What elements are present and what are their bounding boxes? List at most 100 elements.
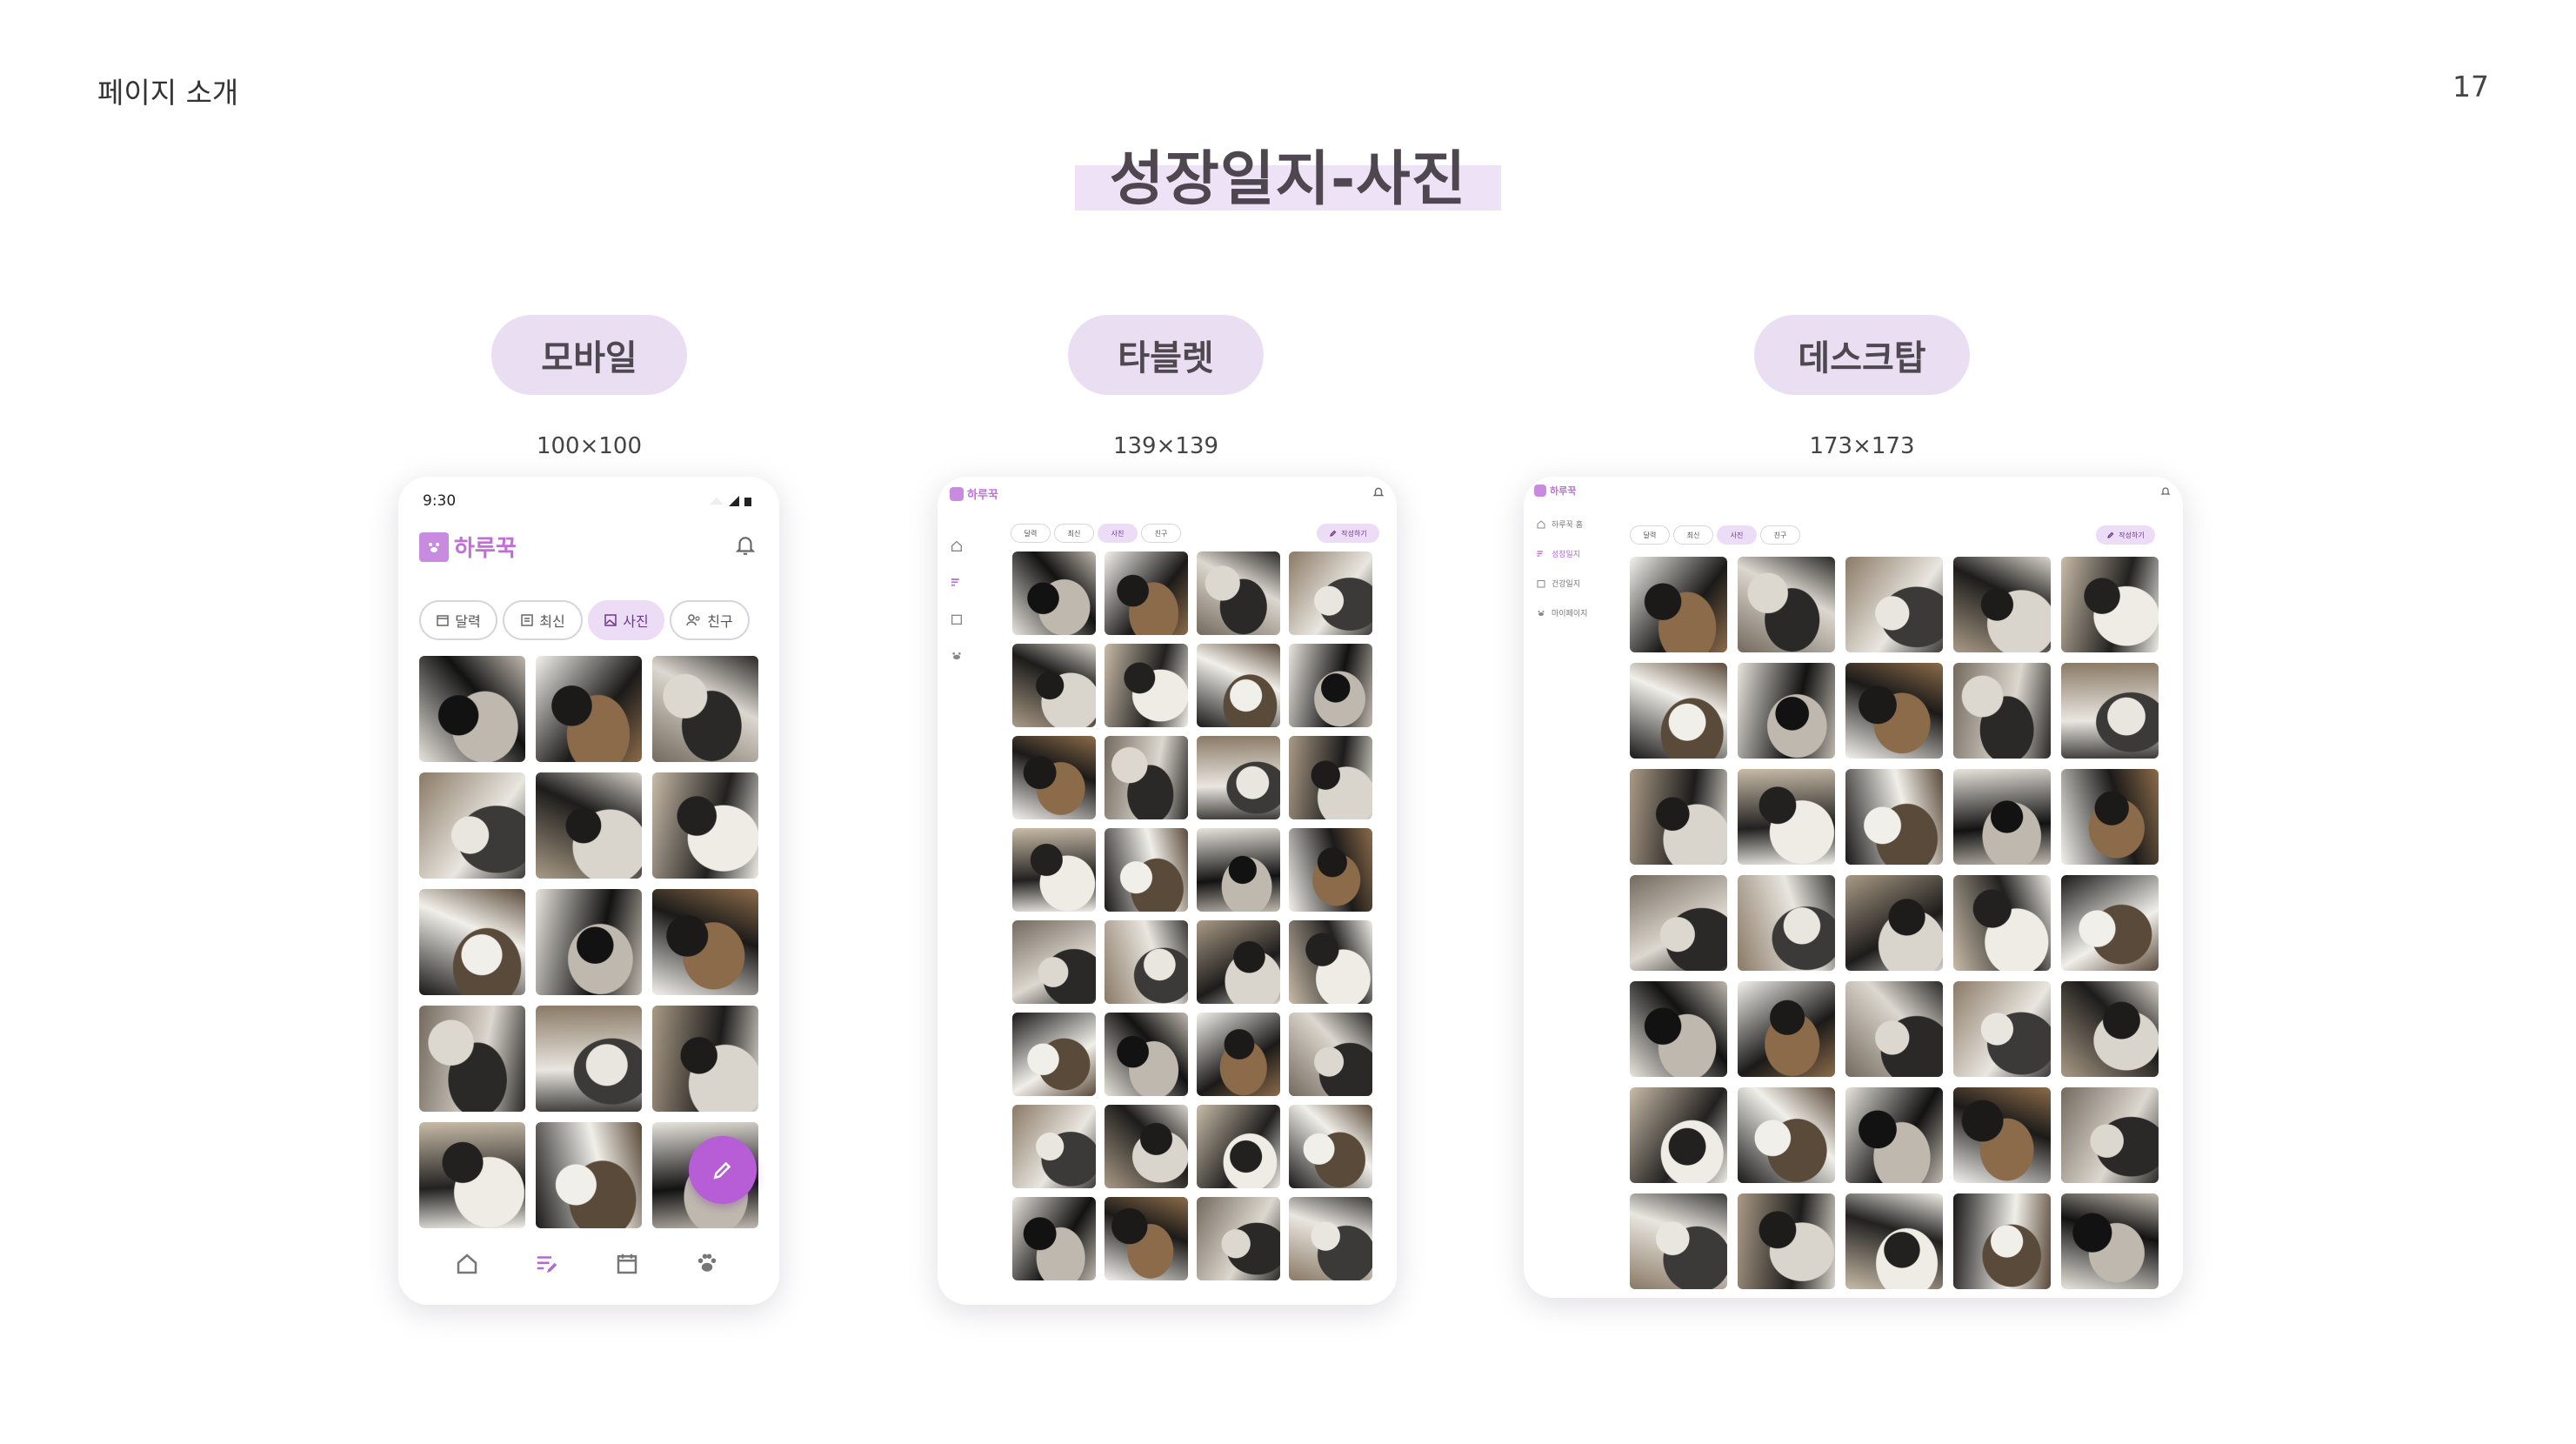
photo-thumbnail[interactable] <box>1953 663 2051 759</box>
tab-friends[interactable]: 친구 <box>1141 524 1181 543</box>
photo-thumbnail[interactable] <box>1104 552 1188 635</box>
photo-thumbnail[interactable] <box>1012 1197 1096 1280</box>
photo-thumbnail[interactable] <box>419 1006 525 1112</box>
tab-latest[interactable]: 최신 <box>503 600 583 640</box>
photo-thumbnail[interactable] <box>1197 644 1280 727</box>
tab-friends[interactable]: 친구 <box>670 600 750 640</box>
photo-thumbnail[interactable] <box>1845 875 1943 971</box>
app-brand[interactable]: 하루꾹 <box>950 485 998 502</box>
photo-thumbnail[interactable] <box>1630 875 1727 971</box>
side-nav-journal[interactable] <box>950 576 964 593</box>
nav-mypage[interactable] <box>694 1251 720 1280</box>
photo-thumbnail[interactable] <box>1738 875 1835 971</box>
notification-icon[interactable] <box>2160 484 2171 500</box>
photo-thumbnail[interactable] <box>1104 1197 1188 1280</box>
photo-thumbnail[interactable] <box>1197 920 1280 1004</box>
photo-thumbnail[interactable] <box>1738 663 1835 759</box>
photo-thumbnail[interactable] <box>1289 644 1372 727</box>
photo-thumbnail[interactable] <box>419 772 525 879</box>
photo-thumbnail[interactable] <box>1738 1193 1835 1289</box>
sidebar-item-journal[interactable]: 성장일지 <box>1536 548 1580 559</box>
photo-thumbnail[interactable] <box>2061 557 2159 652</box>
photo-thumbnail[interactable] <box>1630 769 1727 865</box>
photo-thumbnail[interactable] <box>1012 736 1096 819</box>
tab-calendar[interactable]: 달력 <box>1630 525 1670 545</box>
photo-thumbnail[interactable] <box>1845 981 1943 1077</box>
photo-thumbnail[interactable] <box>1289 1197 1372 1280</box>
photo-thumbnail[interactable] <box>1630 981 1727 1077</box>
photo-thumbnail[interactable] <box>1289 1013 1372 1096</box>
photo-thumbnail[interactable] <box>536 889 642 995</box>
photo-thumbnail[interactable] <box>652 772 758 879</box>
sidebar-item-mypage[interactable]: 마이페이지 <box>1536 607 1587 618</box>
photo-thumbnail[interactable] <box>1197 828 1280 912</box>
photo-thumbnail[interactable] <box>1104 1105 1188 1188</box>
photo-thumbnail[interactable] <box>1630 1193 1727 1289</box>
photo-thumbnail[interactable] <box>536 772 642 879</box>
tab-calendar[interactable]: 달력 <box>1011 524 1051 543</box>
write-button[interactable]: 작성하기 <box>2096 525 2155 545</box>
photo-thumbnail[interactable] <box>1197 1197 1280 1280</box>
notification-icon[interactable] <box>734 534 757 560</box>
photo-thumbnail[interactable] <box>1012 552 1096 635</box>
photo-thumbnail[interactable] <box>419 656 525 762</box>
photo-thumbnail[interactable] <box>2061 875 2159 971</box>
photo-thumbnail[interactable] <box>1104 644 1188 727</box>
photo-thumbnail[interactable] <box>419 1122 525 1228</box>
sidebar-item-health[interactable]: 건강일지 <box>1536 578 1580 589</box>
photo-thumbnail[interactable] <box>1012 1105 1096 1188</box>
photo-thumbnail[interactable] <box>1953 769 2051 865</box>
photo-thumbnail[interactable] <box>1289 552 1372 635</box>
app-brand[interactable]: 하루꾹 <box>419 531 517 563</box>
tab-photo[interactable]: 사진 <box>588 600 664 640</box>
tab-latest[interactable]: 최신 <box>1054 524 1094 543</box>
photo-thumbnail[interactable] <box>1953 1193 2051 1289</box>
nav-journal[interactable] <box>534 1251 560 1280</box>
photo-thumbnail[interactable] <box>1845 557 1943 652</box>
tab-photo[interactable]: 사진 <box>1098 524 1138 543</box>
photo-thumbnail[interactable] <box>1289 736 1372 819</box>
photo-thumbnail[interactable] <box>536 1122 642 1228</box>
photo-thumbnail[interactable] <box>1012 1013 1096 1096</box>
photo-thumbnail[interactable] <box>1289 828 1372 912</box>
photo-thumbnail[interactable] <box>2061 1193 2159 1289</box>
photo-thumbnail[interactable] <box>1845 663 1943 759</box>
photo-thumbnail[interactable] <box>1953 1087 2051 1183</box>
photo-thumbnail[interactable] <box>1738 557 1835 652</box>
photo-thumbnail[interactable] <box>1845 1193 1943 1289</box>
photo-thumbnail[interactable] <box>1953 981 2051 1077</box>
photo-thumbnail[interactable] <box>1289 1105 1372 1188</box>
photo-thumbnail[interactable] <box>1738 769 1835 865</box>
photo-thumbnail[interactable] <box>1845 1087 1943 1183</box>
write-fab-button[interactable] <box>689 1136 757 1204</box>
photo-thumbnail[interactable] <box>2061 769 2159 865</box>
app-brand[interactable]: 하루꾹 <box>1534 484 1576 498</box>
photo-thumbnail[interactable] <box>1104 736 1188 819</box>
photo-thumbnail[interactable] <box>1953 875 2051 971</box>
photo-thumbnail[interactable] <box>1104 828 1188 912</box>
side-nav-mypage[interactable] <box>950 649 964 666</box>
photo-thumbnail[interactable] <box>1953 557 2051 652</box>
nav-home[interactable] <box>454 1251 480 1280</box>
write-button[interactable]: 작성하기 <box>1317 524 1379 543</box>
photo-thumbnail[interactable] <box>1197 552 1280 635</box>
notification-icon[interactable] <box>1372 485 1385 502</box>
photo-thumbnail[interactable] <box>1104 920 1188 1004</box>
photo-thumbnail[interactable] <box>1289 920 1372 1004</box>
sidebar-item-home[interactable]: 하루꾹 홈 <box>1536 518 1583 530</box>
photo-thumbnail[interactable] <box>1012 920 1096 1004</box>
photo-thumbnail[interactable] <box>1630 663 1727 759</box>
photo-thumbnail[interactable] <box>536 656 642 762</box>
tab-latest[interactable]: 최신 <box>1673 525 1713 545</box>
side-nav-calendar[interactable] <box>950 612 964 630</box>
photo-thumbnail[interactable] <box>652 1006 758 1112</box>
photo-thumbnail[interactable] <box>419 889 525 995</box>
tab-calendar[interactable]: 달력 <box>419 600 497 640</box>
photo-thumbnail[interactable] <box>1012 644 1096 727</box>
photo-thumbnail[interactable] <box>652 889 758 995</box>
photo-thumbnail[interactable] <box>1197 1013 1280 1096</box>
photo-thumbnail[interactable] <box>1845 769 1943 865</box>
photo-thumbnail[interactable] <box>1197 1105 1280 1188</box>
photo-thumbnail[interactable] <box>1197 736 1280 819</box>
nav-calendar[interactable] <box>614 1251 640 1280</box>
